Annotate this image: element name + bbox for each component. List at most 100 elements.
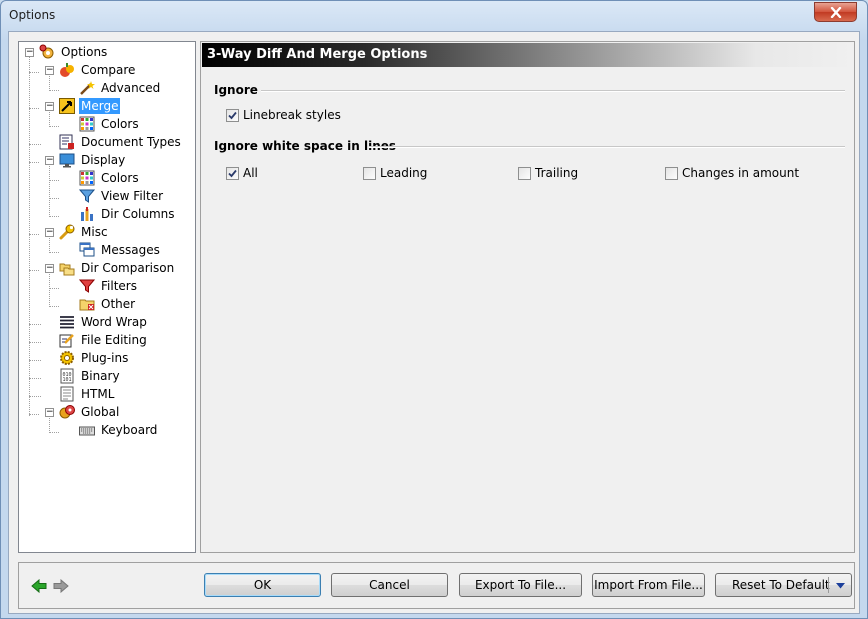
button-bar: OK Cancel Export To File... Import From … [18,562,855,609]
ignore-group-label: Ignore [214,83,258,97]
checkbox-box[interactable] [226,166,239,180]
options-tree[interactable]: − − − − − − − Options Compare Advanced M… [18,41,196,553]
document-types-icon [59,134,74,150]
expander-misc[interactable]: − [45,228,54,237]
whitespace-leading-checkbox[interactable]: Leading [363,166,427,180]
tree-item-label: Display [81,153,126,167]
tree-item-plug-ins[interactable]: Plug-ins [59,349,130,367]
svg-text:101: 101 [63,377,72,383]
tree-item-label: Colors [101,171,139,185]
options-panel: 3-Way Diff And Merge Options Ignore Line… [200,41,855,553]
tree-item-filters[interactable]: Filters [79,277,139,295]
tree-item-options[interactable]: Options [39,43,109,61]
ignore-group-divider [261,90,845,92]
tree-item-merge-colors[interactable]: Colors [79,115,141,133]
whitespace-all-checkbox[interactable]: All [226,166,258,180]
checkbox-label: Linebreak styles [243,108,341,122]
word-wrap-icon [60,316,74,329]
checkbox-label: Leading [380,166,428,180]
colors-grid-icon [79,170,95,186]
tree-item-other[interactable]: Other [79,295,137,313]
tree-item-compare[interactable]: Compare [59,61,137,79]
filter-funnel-icon [79,279,95,293]
tree-item-global[interactable]: Global [59,403,121,421]
tree-item-label: Compare [81,63,136,77]
forward-arrow-icon[interactable] [53,579,69,593]
options-gear-icon [39,44,54,59]
tree-item-label: Plug-ins [81,351,129,365]
colors-grid-icon [79,116,95,132]
title-bar[interactable]: Options [1,1,867,31]
tree-item-label: Advanced [101,81,161,95]
ok-button[interactable]: OK [204,573,321,597]
tree-item-file-editing[interactable]: File Editing [59,331,149,349]
whitespace-trailing-checkbox[interactable]: Trailing [518,166,578,180]
tree-item-display[interactable]: Display [59,151,127,169]
tree-item-keyboard[interactable]: Keyboard [79,421,159,439]
whitespace-changes-in-amount-checkbox[interactable]: Changes in amount [665,166,799,180]
expander-global[interactable]: − [45,408,54,417]
tree-item-advanced[interactable]: Advanced [79,79,162,97]
checkbox-label: Changes in amount [682,166,800,180]
file-editing-icon [59,334,74,348]
tree-item-label: Dir Comparison [81,261,175,275]
expander-display[interactable]: − [45,156,54,165]
dialog-client: − − − − − − − Options Compare Advanced M… [8,31,860,614]
checkbox-label: All [243,166,258,180]
expander-dir-comparison[interactable]: − [45,264,54,273]
reset-label: Reset To Default [732,578,830,592]
checkmark-icon [228,111,237,119]
tree-item-label: Keyboard [101,423,158,437]
import-from-file-button[interactable]: Import From File... [592,573,705,597]
reset-to-default-button[interactable]: Reset To Default [715,573,852,597]
tree-item-display-colors[interactable]: Colors [79,169,141,187]
binary-file-icon: 010101 [60,368,74,384]
tree-item-label: Options [61,45,108,59]
tree-item-dir-columns[interactable]: Dir Columns [79,205,177,223]
tree-item-word-wrap[interactable]: Word Wrap [59,313,149,331]
checkbox-label: Trailing [535,166,579,180]
expander-options[interactable]: − [25,48,34,57]
tree-item-document-types[interactable]: Document Types [59,133,183,151]
global-icon [59,405,75,419]
expander-merge[interactable]: − [45,102,54,111]
tree-item-misc[interactable]: Misc [59,223,110,241]
checkmark-icon [228,169,237,177]
window-title: Options [9,8,56,22]
tree-item-label: Misc [81,225,108,239]
tree-item-view-filter[interactable]: View Filter [79,187,165,205]
tree-item-binary[interactable]: 010 101 Binary [59,367,122,385]
merge-icon [59,98,75,114]
panel-header: 3-Way Diff And Merge Options [202,43,854,67]
tree-item-html[interactable]: HTML [59,385,116,403]
close-icon [830,6,841,18]
keyboard-icon [79,426,95,436]
checkbox-box[interactable] [363,166,376,180]
dir-columns-icon [81,207,93,221]
linebreak-styles-checkbox[interactable]: Linebreak styles [226,108,341,122]
tree-item-messages[interactable]: Messages [79,241,162,259]
folders-icon [59,263,75,276]
checkbox-box[interactable] [226,108,239,122]
checkbox-box[interactable] [665,166,678,180]
tree-item-merge[interactable]: Merge [59,97,121,115]
expander-compare[interactable]: − [45,66,54,75]
back-arrow-icon[interactable] [31,579,47,593]
tree-item-label: Global [81,405,120,419]
advanced-wand-icon [80,81,95,95]
close-button[interactable] [814,2,857,22]
tree-item-label: File Editing [81,333,147,347]
folder-other-icon [79,299,95,311]
chevron-down-icon[interactable] [836,583,845,589]
tree-item-dir-comparison[interactable]: Dir Comparison [59,259,176,277]
checkbox-box[interactable] [518,166,531,180]
tree-item-label: Filters [101,279,137,293]
export-to-file-button[interactable]: Export To File... [459,573,582,597]
cancel-button[interactable]: Cancel [331,573,448,597]
messages-icon [79,242,95,257]
tree-item-label: Dir Columns [101,207,175,221]
tree-item-label: Colors [101,117,139,131]
tree-item-label: HTML [81,387,115,401]
whitespace-group-divider [369,146,845,148]
split-divider [828,577,829,593]
